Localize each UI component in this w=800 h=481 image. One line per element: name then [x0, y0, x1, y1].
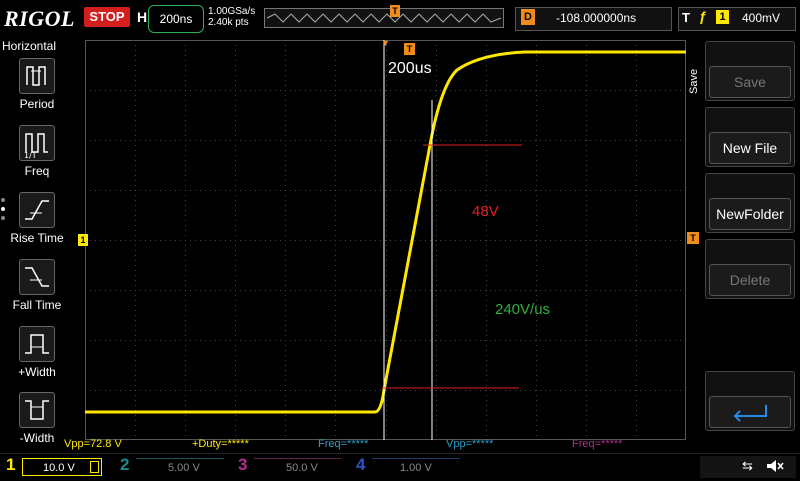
memory-depth: 2.40k pts: [208, 17, 249, 28]
new-file-label: New File: [709, 132, 791, 164]
fall-time-icon: [19, 259, 55, 295]
positive-width-label: +Width: [18, 365, 56, 379]
delete-button[interactable]: Delete: [705, 239, 795, 299]
trigger-level: 400mV: [742, 11, 781, 25]
freq-label: Freq: [24, 164, 50, 178]
new-folder-label: NewFolder: [709, 198, 791, 230]
run-stop-indicator[interactable]: STOP: [84, 7, 130, 27]
positive-width-icon: [19, 326, 55, 362]
measurement-vpp-2: Vpp=*****: [446, 438, 494, 450]
ch1-coupling-icon: [90, 461, 99, 473]
save-button[interactable]: Save: [705, 41, 795, 101]
trigger-level-marker[interactable]: T: [687, 232, 699, 244]
memory-trigger-marker: T: [390, 5, 400, 17]
negative-width-icon: [19, 392, 55, 428]
rise-time-label: Rise Time: [10, 231, 64, 245]
horizontal-label: H: [137, 9, 148, 25]
rise-time-icon: [19, 192, 55, 228]
freq-button[interactable]: 1/T Freq: [6, 125, 68, 178]
trigger-label: T: [682, 10, 690, 25]
time-annotation: 200us: [388, 60, 432, 77]
ch3-number[interactable]: 3: [238, 455, 247, 475]
trigger-top-marker: T: [404, 43, 415, 55]
measurement-vpp: Vpp=72.8 V: [64, 438, 122, 450]
measurement-freq-2: Freq=*****: [572, 438, 623, 450]
left-menu-title: Horizontal: [2, 39, 57, 53]
delete-label: Delete: [709, 264, 791, 296]
negative-width-button[interactable]: -Width: [6, 392, 68, 445]
sample-rate: 1.00GSa/s: [208, 6, 256, 17]
rise-time-button[interactable]: Rise Time: [6, 192, 68, 245]
slew-rate-annotation: 240V/us: [495, 301, 551, 318]
memory-overview-strip: [264, 8, 504, 28]
positive-width-button[interactable]: +Width: [6, 326, 68, 379]
enter-button[interactable]: [705, 371, 795, 431]
freq-icon: 1/T: [19, 125, 55, 161]
ch1-number[interactable]: 1: [6, 455, 15, 475]
acquisition-info: 1.00GSa/s 2.40k pts: [208, 6, 255, 28]
timebase-value[interactable]: 200ns: [148, 5, 204, 33]
delay-label: D: [521, 9, 535, 25]
ch2-number[interactable]: 2: [120, 455, 129, 475]
svg-text:1/T: 1/T: [24, 151, 37, 160]
ch3-scale[interactable]: 50.0 V: [254, 458, 342, 476]
waveform-canvas: [85, 40, 686, 440]
period-icon: [19, 58, 55, 94]
measurement-freq-1: Freq=*****: [318, 438, 369, 450]
ch1-ground-marker[interactable]: 1: [78, 234, 88, 246]
new-file-button[interactable]: New File: [705, 107, 795, 167]
trigger-source-badge: 1: [716, 10, 729, 24]
new-folder-button[interactable]: NewFolder: [705, 173, 795, 233]
right-menu-title: Save: [688, 68, 700, 94]
save-button-label: Save: [709, 66, 791, 98]
period-label: Period: [19, 97, 55, 111]
trigger-position-arrow: ▼: [381, 38, 390, 48]
negative-width-label: -Width: [19, 431, 55, 445]
voltage-annotation: 48V: [472, 203, 499, 220]
enter-icon: [709, 396, 791, 428]
ch4-scale[interactable]: 1.00 V: [372, 458, 460, 476]
fall-time-button[interactable]: Fall Time: [6, 259, 68, 312]
fall-time-label: Fall Time: [12, 298, 62, 312]
speaker-muted-icon[interactable]: [764, 456, 784, 481]
ch2-scale[interactable]: 5.00 V: [136, 458, 224, 476]
rising-edge-icon: ƒ: [699, 8, 707, 24]
ch4-number[interactable]: 4: [356, 455, 365, 475]
waveform-display[interactable]: [85, 40, 686, 440]
period-button[interactable]: Period: [6, 58, 68, 111]
delay-value: -108.000000ns: [556, 11, 637, 25]
measurement-duty: +Duty=*****: [192, 438, 249, 450]
usb-icon: ⇆: [742, 458, 753, 473]
ch1-waveform-trace: [85, 50, 686, 414]
memory-waveform-preview: [266, 13, 502, 23]
brand-logo: RIGOL: [4, 6, 75, 31]
